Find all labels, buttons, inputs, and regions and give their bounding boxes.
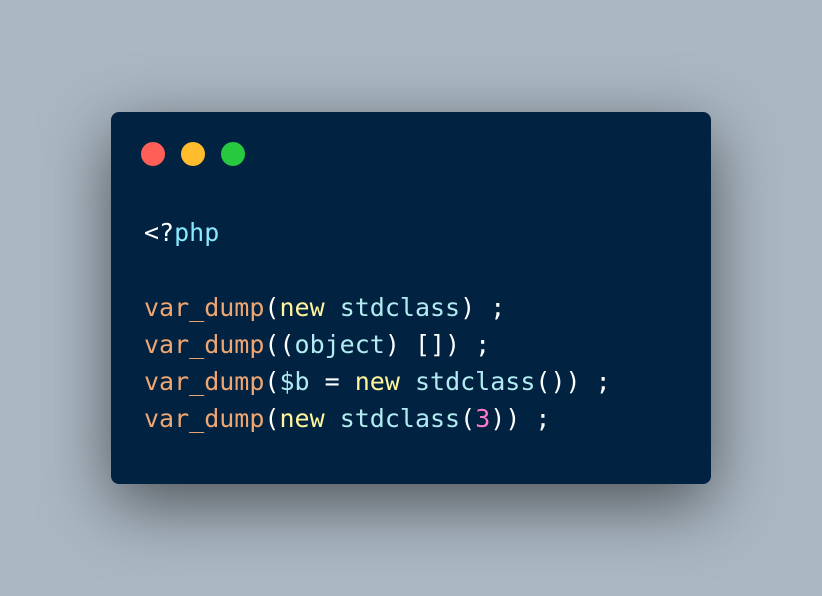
code-line: var_dump((object) []) ;: [144, 326, 611, 363]
code-line: <?php: [144, 214, 611, 251]
code-token: ((: [264, 329, 295, 359]
code-token: (: [264, 292, 280, 322]
code-token: new: [354, 367, 400, 397]
code-token: var_dump: [144, 329, 265, 359]
code-token: new: [279, 404, 325, 434]
code-token: )) ;: [490, 404, 551, 434]
maximize-window-button[interactable]: [221, 142, 245, 166]
minimize-window-button[interactable]: [181, 142, 205, 166]
code-line: var_dump(new stdclass) ;: [144, 289, 611, 326]
code-token: (: [264, 404, 280, 434]
code-token: stdclass: [414, 367, 536, 397]
code-token: object: [294, 329, 385, 359]
close-window-button[interactable]: [141, 142, 165, 166]
code-line: var_dump($b = new stdclass()) ;: [144, 363, 611, 400]
code-token: (: [460, 404, 476, 434]
code-token: ) ;: [460, 292, 506, 322]
code-token: php: [174, 218, 220, 247]
code-token: new: [279, 292, 325, 322]
code-token: var_dump: [144, 404, 265, 434]
code-token: var_dump: [144, 292, 265, 322]
code-token: ) []) ;: [384, 329, 491, 359]
code-line: var_dump(new stdclass(3)) ;: [144, 400, 611, 437]
code-token: $b: [279, 367, 310, 397]
code-token: ()) ;: [535, 367, 611, 397]
code-token: <?: [144, 218, 175, 247]
code-token: stdclass: [339, 292, 461, 322]
code-token: =: [309, 367, 355, 397]
code-token: (: [264, 367, 280, 397]
code-token: 3: [475, 404, 491, 434]
code-window: <?php var_dump(new stdclass) ; var_dump((o…: [111, 112, 711, 484]
code-token: var_dump: [144, 367, 265, 397]
code-token: stdclass: [339, 404, 461, 434]
code-block: <?php var_dump(new stdclass) ; var_dump((o…: [144, 214, 611, 438]
